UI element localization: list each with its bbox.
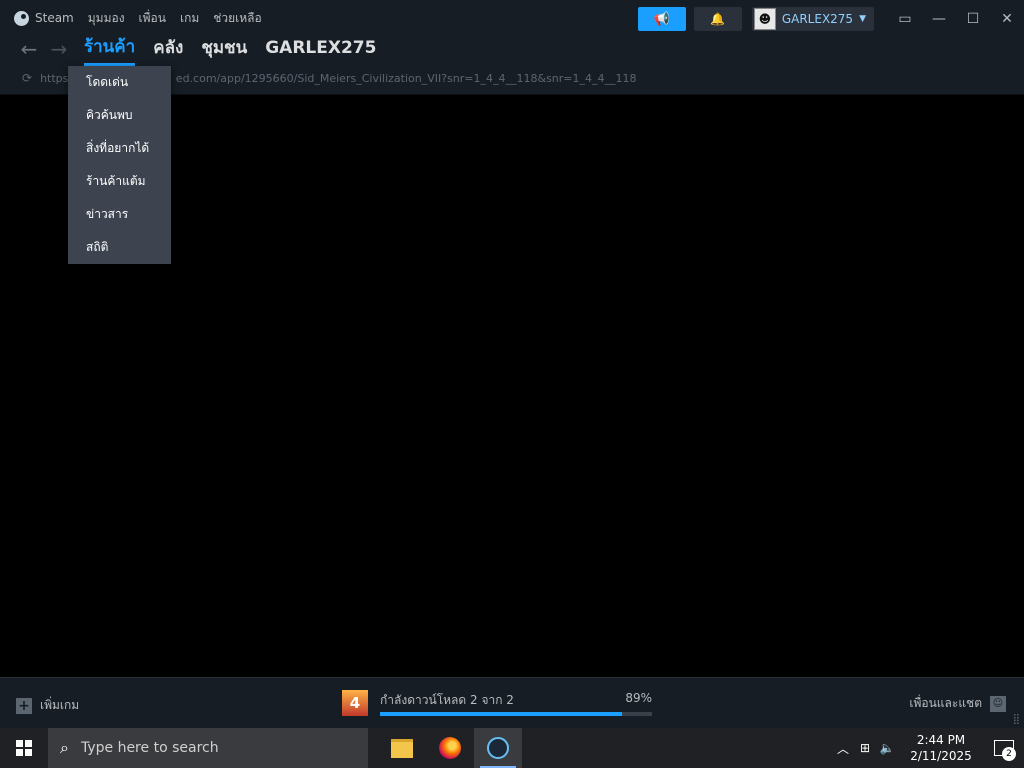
url-text[interactable]: ed.com/app/1295660/Sid_Meiers_Civilizati… — [176, 72, 637, 85]
menu-view[interactable]: มุมมอง — [88, 9, 125, 28]
action-center-button[interactable]: 2 — [984, 728, 1024, 768]
resize-grip-icon[interactable]: ⣿ — [1013, 714, 1020, 725]
maximize-icon: ☐ — [966, 11, 980, 27]
tab-community[interactable]: ชุมชน — [201, 34, 247, 64]
dropdown-item-points-shop[interactable]: ร้านค้าแต้ม — [68, 165, 171, 198]
taskbar-steam[interactable] — [474, 728, 522, 768]
clock-time: 2:44 PM — [916, 733, 966, 747]
nav-tabs: ร้านค้า คลัง ชุมชน GARLEX275 — [84, 33, 376, 66]
forward-button[interactable]: → — [44, 37, 74, 61]
search-placeholder: Type here to search — [80, 740, 219, 756]
big-picture-button[interactable]: ▭ — [888, 7, 922, 31]
megaphone-icon: 📢 — [653, 11, 670, 27]
nav-bar: ← → ร้านค้า คลัง ชุมชน GARLEX275 — [14, 36, 376, 66]
store-dropdown-menu: โดดเด่น คิวค้นพบ สิ่งที่อยากได้ ร้านค้าแ… — [68, 66, 171, 264]
steam-logo-icon — [14, 10, 29, 26]
back-button[interactable]: ← — [14, 37, 44, 61]
dropdown-item-news[interactable]: ข่าวสาร — [68, 198, 171, 231]
download-progress-fill — [380, 711, 623, 716]
tab-store[interactable]: ร้านค้า — [84, 33, 136, 66]
monitor-icon: ▭ — [898, 11, 912, 27]
menu-friends[interactable]: เพื่อน — [139, 9, 166, 28]
download-progress-bar — [380, 711, 652, 716]
volume-icon[interactable]: 🔈 — [876, 741, 898, 755]
friends-icon: ☺ — [990, 695, 1006, 712]
taskbar-firefox[interactable] — [426, 728, 474, 768]
dropdown-item-stats[interactable]: สถิติ — [68, 231, 171, 264]
menu-bar: Steam มุมมอง เพื่อน เกม ช่วยเหลือ — [14, 8, 262, 28]
clock-date: 2/11/2025 — [910, 749, 972, 763]
chevron-down-icon: ▼ — [859, 14, 866, 24]
avatar: ☻ — [753, 8, 776, 30]
close-icon: ✕ — [1001, 11, 1013, 27]
add-game-button[interactable]: + เพิ่มเกม — [16, 696, 79, 715]
game-icon: 4 — [342, 690, 368, 716]
file-explorer-icon — [391, 738, 413, 758]
download-status[interactable]: 4 กำลังดาวน์โหลด 2 จาก 2 89% — [342, 690, 652, 716]
user-menu-button[interactable]: ☻ GARLEX275 ▼ — [751, 7, 874, 31]
maximize-button[interactable]: ☐ — [956, 7, 990, 31]
plus-icon: + — [16, 697, 32, 714]
notifications-button[interactable]: 🔔 — [693, 7, 742, 31]
windows-logo-icon — [16, 740, 32, 756]
friends-chat-button[interactable]: เพื่อนและแชต ☺ — [909, 694, 1006, 713]
firefox-icon — [439, 737, 461, 759]
menu-games[interactable]: เกม — [180, 9, 199, 28]
announcements-button[interactable]: 📢 — [637, 7, 686, 31]
title-controls: 📢 🔔 ☻ GARLEX275 ▼ ▭ — ☐ ✕ — [637, 6, 1024, 32]
steam-icon — [487, 737, 509, 759]
clock[interactable]: 2:44 PM 2/11/2025 — [906, 732, 976, 764]
steam-menu-label: Steam — [35, 11, 74, 25]
download-percent: 89% — [625, 690, 652, 705]
tab-profile[interactable]: GARLEX275 — [265, 38, 376, 61]
minimize-icon: — — [932, 11, 946, 27]
tab-library[interactable]: คลัง — [153, 34, 183, 64]
dropdown-item-discovery-queue[interactable]: คิวค้นพบ — [68, 99, 171, 132]
download-info: กำลังดาวน์โหลด 2 จาก 2 89% — [380, 691, 652, 716]
start-button[interactable] — [0, 728, 48, 768]
chevron-up-icon[interactable]: ︿ — [832, 740, 854, 757]
friends-chat-label: เพื่อนและแชต — [909, 696, 982, 710]
add-game-label: เพิ่มเกม — [40, 698, 80, 712]
close-button[interactable]: ✕ — [990, 7, 1024, 31]
status-bar: + เพิ่มเกม 4 กำลังดาวน์โหลด 2 จาก 2 89% … — [0, 677, 1024, 729]
steam-window: Steam มุมมอง เพื่อน เกม ช่วยเหลือ 📢 🔔 ☻ … — [0, 0, 1024, 729]
network-icon[interactable]: ⊞ — [854, 741, 876, 755]
system-tray: ︿ ⊞ 🔈 2:44 PM 2/11/2025 2 — [832, 728, 1024, 768]
reload-icon[interactable]: ⟳ — [22, 71, 32, 85]
bell-icon: 🔔 — [710, 12, 726, 26]
dropdown-item-wishlist[interactable]: สิ่งที่อยากได้ — [68, 132, 171, 165]
steam-menu[interactable]: Steam — [14, 10, 74, 26]
menu-help[interactable]: ช่วยเหลือ — [213, 9, 262, 28]
minimize-button[interactable]: — — [922, 7, 956, 31]
username: GARLEX275 — [781, 12, 854, 26]
taskbar-file-explorer[interactable] — [378, 728, 426, 768]
taskbar-search[interactable]: ⌕ Type here to search — [48, 728, 368, 768]
download-status-text: กำลังดาวน์โหลด 2 จาก 2 — [380, 692, 514, 707]
dropdown-item-featured[interactable]: โดดเด่น — [68, 66, 171, 99]
notification-badge: 2 — [1002, 747, 1016, 761]
windows-taskbar: ⌕ Type here to search ︿ ⊞ 🔈 2:44 PM 2/11… — [0, 728, 1024, 768]
search-icon: ⌕ — [60, 738, 69, 757]
